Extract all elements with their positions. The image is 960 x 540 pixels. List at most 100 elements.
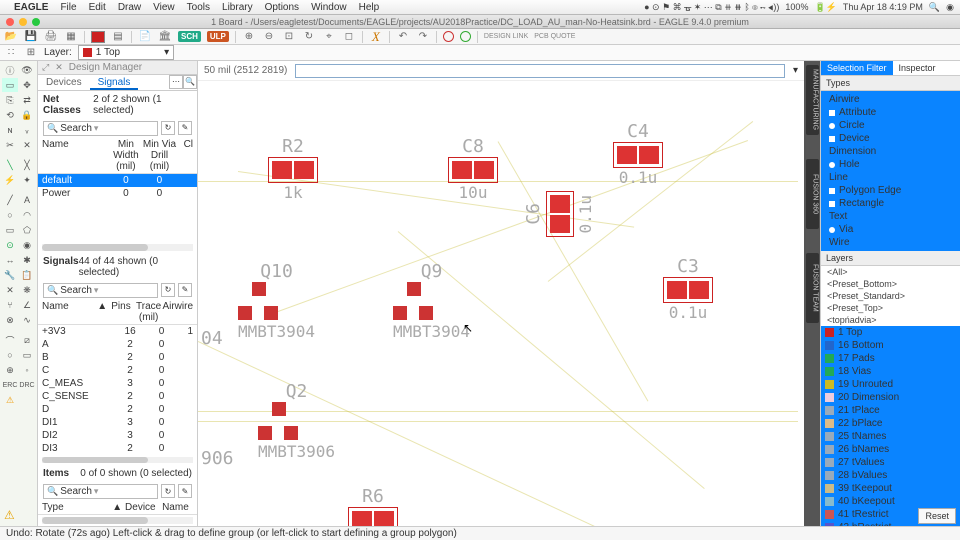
pin-tool-icon[interactable]: ◦: [19, 363, 35, 377]
zoom-select-icon[interactable]: ⌖: [322, 30, 336, 44]
preset-custom[interactable]: <topńadvia>: [821, 314, 960, 326]
move-tool-icon[interactable]: ✥: [19, 78, 35, 92]
layer-selector[interactable]: 1 Top ▾: [78, 45, 174, 60]
component-q2[interactable]: Q2 MMBT3906: [258, 381, 335, 461]
siri-icon[interactable]: ◉: [946, 2, 954, 13]
ulp-badge[interactable]: ULP: [207, 31, 229, 42]
layer-row[interactable]: 16 Bottom: [821, 339, 960, 352]
cam-icon[interactable]: ▦: [64, 30, 78, 44]
preset-standard[interactable]: <Preset_Standard>: [821, 290, 960, 302]
component-c3[interactable]: C3 0.1u: [663, 256, 713, 322]
preset-bottom[interactable]: <Preset_Bottom>: [821, 278, 960, 290]
show-tool-icon[interactable]: 👁: [19, 63, 35, 77]
delete-tool-icon[interactable]: ✕: [19, 138, 35, 152]
layer-row[interactable]: 27 tValues: [821, 456, 960, 469]
search-icon[interactable]: 🔍: [929, 2, 940, 13]
preset-all[interactable]: <All>: [821, 266, 960, 278]
app-menu[interactable]: EAGLE: [14, 2, 48, 13]
copy-tool-icon[interactable]: ⎘: [2, 93, 18, 107]
menu-file[interactable]: File: [60, 2, 76, 13]
redo-icon[interactable]: ↷: [416, 30, 430, 44]
command-dropdown-icon[interactable]: ▾: [793, 65, 798, 76]
lock-tool-icon[interactable]: 🔒: [19, 108, 35, 122]
dimension-tool-icon[interactable]: ↔: [2, 253, 18, 267]
signals-refresh-icon[interactable]: ↻: [161, 283, 175, 297]
file-icon[interactable]: 📄: [138, 30, 152, 44]
pcb-quote-button[interactable]: PCB QUOTE: [534, 33, 575, 40]
ripup-tool-icon[interactable]: ╳: [19, 158, 35, 172]
miter-tool-icon[interactable]: ∠: [19, 298, 35, 312]
layer-row[interactable]: 26 bNames: [821, 443, 960, 456]
mac-menubar[interactable]: EAGLE File Edit Draw View Tools Library …: [0, 0, 960, 15]
component-c4[interactable]: C4 0.1u: [613, 121, 663, 187]
route-tool-icon[interactable]: ╲: [2, 158, 18, 172]
layer-row[interactable]: 40 bKeepout: [821, 495, 960, 508]
net-classes-table[interactable]: NameMin Width (mil)Min Via Drill (mil)Cl…: [38, 138, 197, 200]
ratsnest2-tool-icon[interactable]: ❋: [19, 283, 35, 297]
paste-tool-icon[interactable]: 📋: [19, 268, 35, 282]
group-tool-icon[interactable]: ▭: [2, 78, 18, 92]
items-table[interactable]: Type▲DeviceName: [38, 501, 197, 515]
layer-row[interactable]: 18 Vias: [821, 365, 960, 378]
net-scroll-x[interactable]: [42, 244, 193, 251]
panel-menu-icon[interactable]: ⋯: [169, 75, 183, 89]
panel-undock-icon[interactable]: ⤢: [42, 62, 49, 73]
zoom-in-icon[interactable]: ⊕: [242, 30, 256, 44]
zoom-redraw-icon[interactable]: ↻: [302, 30, 316, 44]
menu-tools[interactable]: Tools: [187, 2, 210, 13]
hole-tool-icon[interactable]: ◉: [19, 238, 35, 252]
rotate-tool-icon[interactable]: ⟲: [2, 108, 18, 122]
info-tool-icon[interactable]: ⓘ: [2, 63, 18, 77]
layer-row[interactable]: 22 bPlace: [821, 417, 960, 430]
types-list[interactable]: Airwire Attribute Circle Device Dimensio…: [821, 91, 960, 251]
sch-badge[interactable]: SCH: [178, 31, 201, 42]
ratsnest-tool-icon[interactable]: ✕: [2, 283, 18, 297]
menu-library[interactable]: Library: [222, 2, 253, 13]
text-tool-icon[interactable]: A: [19, 193, 35, 207]
menu-edit[interactable]: Edit: [89, 2, 106, 13]
items-scroll-x[interactable]: [42, 517, 193, 524]
tab-fusion-team[interactable]: FUSION TEAM: [806, 253, 819, 323]
units-icon[interactable]: ⊞: [24, 46, 38, 60]
erc-tool-icon[interactable]: ERC: [2, 378, 18, 392]
menu-window[interactable]: Window: [311, 2, 347, 13]
poly-tool-icon[interactable]: ⬠: [19, 223, 35, 237]
library-icon[interactable]: 🏛: [158, 30, 172, 44]
cross-probe-icon[interactable]: X: [369, 30, 383, 44]
signals-filter-icon[interactable]: ✎: [178, 283, 192, 297]
zoom-out-icon[interactable]: ⊖: [262, 30, 276, 44]
mark-tool-icon[interactable]: ⊕: [2, 363, 18, 377]
command-input[interactable]: [295, 64, 785, 78]
component-c8[interactable]: C8 10u: [448, 136, 498, 202]
menu-view[interactable]: View: [153, 2, 175, 13]
layers-tool-icon[interactable]: ▤: [111, 30, 125, 44]
menu-options[interactable]: Options: [265, 2, 299, 13]
tab-inspector[interactable]: Inspector: [893, 61, 942, 75]
via-tool-icon[interactable]: ⊙: [2, 238, 18, 252]
slice-tool-icon[interactable]: ⧄: [19, 333, 35, 347]
warning-icon[interactable]: ⚠: [4, 508, 15, 522]
fanout-tool-icon[interactable]: ✦: [19, 173, 35, 187]
stop-icon[interactable]: [443, 31, 454, 42]
go-icon[interactable]: [460, 31, 471, 42]
split-tool-icon[interactable]: ⑂: [2, 298, 18, 312]
tab-signals[interactable]: Signals: [90, 75, 139, 90]
rect-tool-icon[interactable]: ▭: [2, 223, 18, 237]
layer-row[interactable]: 25 tNames: [821, 430, 960, 443]
arc-center-tool-icon[interactable]: ⌒: [2, 333, 18, 347]
layer-row[interactable]: 20 Dimension: [821, 391, 960, 404]
board-canvas[interactable]: R2 1k C8 10u C4 0.1u C6 0.1u C3 0.1u Q10: [198, 81, 804, 526]
signals-table[interactable]: Name▲PinsTrace (mil)Airwire +3V31601 A20…: [38, 300, 197, 455]
net-filter-icon[interactable]: ✎: [178, 121, 192, 135]
zoom-window-icon[interactable]: ◻: [342, 30, 356, 44]
open-icon[interactable]: 📂: [4, 30, 18, 44]
attribute-tool-icon[interactable]: ✱: [19, 253, 35, 267]
signals-scroll-x[interactable]: [42, 457, 193, 464]
circle-tool-icon[interactable]: ○: [2, 208, 18, 222]
arc-tool-icon[interactable]: ◠: [19, 208, 35, 222]
component-q9[interactable]: Q9 MMBT3904: [393, 261, 470, 341]
layer-row[interactable]: 19 Unrouted: [821, 378, 960, 391]
undo-icon[interactable]: ↶: [396, 30, 410, 44]
line-tool-icon[interactable]: ╱: [2, 193, 18, 207]
layer-row[interactable]: 21 tPlace: [821, 404, 960, 417]
